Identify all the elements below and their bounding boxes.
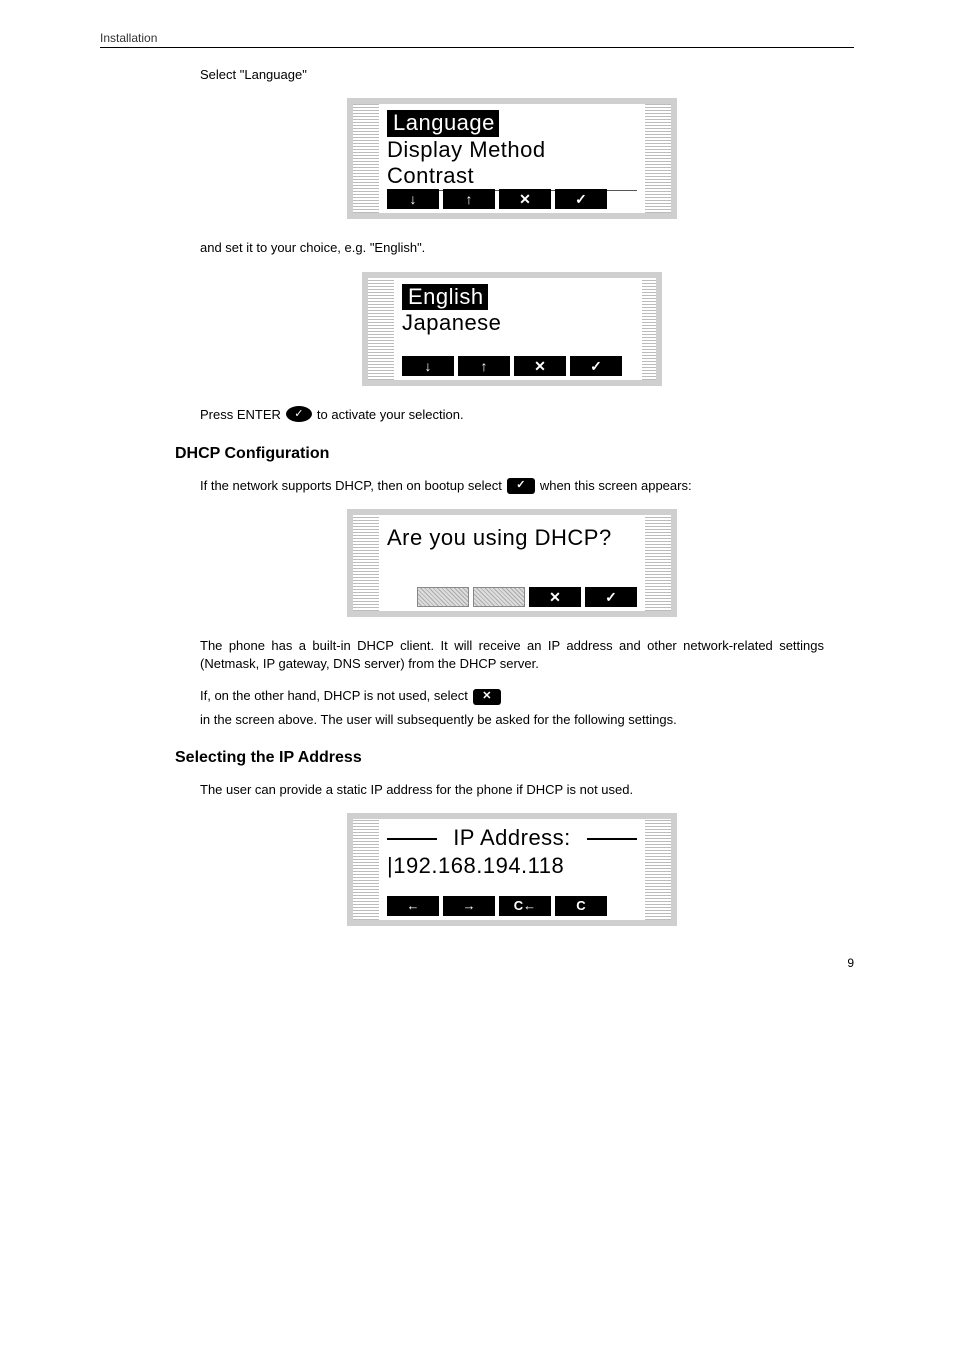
press-enter-suffix: to activate your selection. — [317, 406, 464, 424]
lcd-hatch-left — [353, 819, 379, 920]
heading-ip: Selecting the IP Address — [175, 749, 824, 767]
lcd-hatch-right — [645, 515, 671, 611]
text-dhcp-2: The phone has a built-in DHCP client. It… — [200, 637, 824, 673]
lcd-hatch-left — [353, 104, 379, 213]
right-arrow-icon[interactable]: → — [443, 896, 495, 916]
text-set-choice: and set it to your choice, e.g. "English… — [200, 239, 824, 257]
lcd-hatch-left — [368, 278, 394, 381]
down-arrow-icon[interactable]: ↓ — [387, 189, 439, 209]
lcd2-line2: Japanese — [402, 310, 634, 336]
cancel-icon[interactable]: ✕ — [514, 356, 566, 376]
lcd4-value: |192.168.194.118 — [387, 851, 637, 879]
main-content: Select "Language" Language Display Metho… — [200, 66, 824, 926]
disabled-key — [417, 587, 469, 607]
lcd1-softkeys: ↓ ↑ ✕ ✓ — [387, 189, 637, 209]
check-icon: ✓ — [507, 478, 535, 494]
ok-icon[interactable]: ✓ — [570, 356, 622, 376]
up-arrow-icon[interactable]: ↑ — [443, 189, 495, 209]
cancel-icon[interactable]: ✕ — [529, 587, 581, 607]
up-arrow-icon[interactable]: ↑ — [458, 356, 510, 376]
page-header: Installation — [100, 30, 854, 48]
lcd4-title: IP Address: — [453, 825, 571, 850]
lcd-hatch-right — [645, 819, 671, 920]
press-enter-prefix: Press ENTER — [200, 406, 281, 424]
ok-icon[interactable]: ✓ — [555, 189, 607, 209]
text-press-enter: Press ENTER ✓ to activate your selection… — [200, 406, 824, 424]
lcd4-title-row: IP Address: — [387, 825, 637, 851]
dhcp3-suffix: in the screen above. The user will subse… — [200, 711, 677, 729]
ok-icon[interactable]: ✓ — [585, 587, 637, 607]
header-rule — [100, 47, 854, 48]
text-dhcp-1: If the network supports DHCP, then on bo… — [200, 477, 824, 495]
disabled-key — [473, 587, 525, 607]
lcd2-softkeys: ↓ ↑ ✕ ✓ — [402, 356, 634, 376]
cancel-icon[interactable]: ✕ — [499, 189, 551, 209]
lcd3-line1: Are you using DHCP? — [387, 525, 637, 551]
lcd-screenshot-1: Language Display Method Contrast ↓ ↑ ✕ ✓ — [200, 98, 824, 219]
lcd1-line1: Language — [387, 110, 637, 136]
text-select-language: Select "Language" — [200, 66, 824, 84]
lcd-hatch-right — [642, 278, 656, 381]
lcd2-line1: English — [402, 284, 634, 310]
lcd-screenshot-2: English Japanese ↓ ↑ ✕ ✓ — [200, 272, 824, 387]
page-number: 9 — [100, 956, 854, 970]
dhcp3-prefix: If, on the other hand, DHCP is not used,… — [200, 687, 468, 705]
lcd4-keys: ← → C← C — [387, 896, 637, 916]
dhcp1-prefix: If the network supports DHCP, then on bo… — [200, 477, 502, 495]
lcd1-line2: Display Method — [387, 137, 637, 163]
x-icon: ✕ — [473, 689, 501, 705]
lcd-hatch-right — [645, 104, 671, 213]
lcd3-softkeys: ✕ ✓ — [387, 587, 637, 607]
heading-dhcp: DHCP Configuration — [175, 445, 824, 463]
left-arrow-icon[interactable]: ← — [387, 896, 439, 916]
text-dhcp-3: If, on the other hand, DHCP is not used,… — [200, 687, 824, 728]
backspace-icon[interactable]: C← — [499, 896, 551, 916]
lcd-screenshot-4: IP Address: |192.168.194.118 ← → C← C — [200, 813, 824, 926]
clear-icon[interactable]: C — [555, 896, 607, 916]
down-arrow-icon[interactable]: ↓ — [402, 356, 454, 376]
dhcp1-suffix: when this screen appears: — [540, 477, 692, 495]
lcd-hatch-left — [353, 515, 379, 611]
text-ip-1: The user can provide a static IP address… — [200, 781, 824, 799]
lcd1-line3: Contrast — [387, 163, 637, 191]
enter-check-icon: ✓ — [286, 406, 312, 422]
lcd-screenshot-3: Are you using DHCP? ✕ ✓ — [200, 509, 824, 617]
header-label: Installation — [100, 31, 157, 45]
